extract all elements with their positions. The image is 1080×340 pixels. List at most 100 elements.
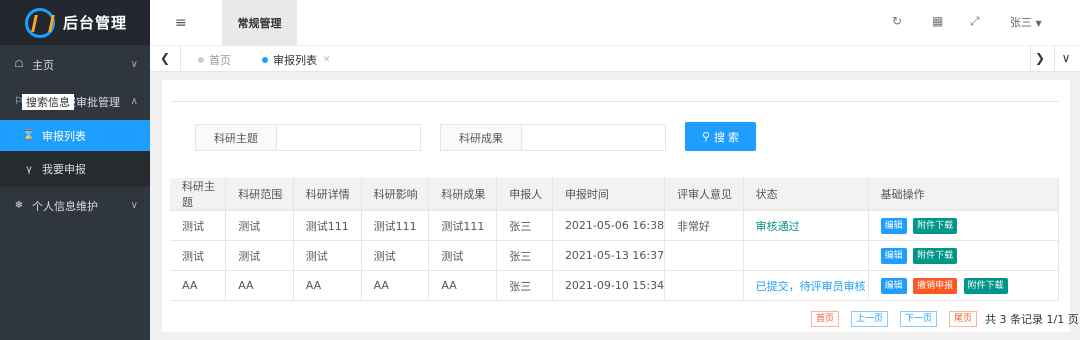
table-cell: 测试 (361, 240, 430, 271)
column-header: 状态 (743, 178, 869, 211)
chevron-down-icon: ∨ (130, 59, 138, 70)
table-cell (664, 270, 744, 301)
sidebar-item-label: 我要申报 (42, 163, 86, 176)
table-cell: 测试 (293, 240, 362, 271)
user-menu[interactable]: 张三 ▼ (1010, 14, 1042, 30)
refresh-icon[interactable]: ↻ (892, 14, 902, 28)
table-cell: 测试111 (293, 210, 362, 241)
search-button-label: 搜 索 (714, 131, 740, 144)
download-attachment-button[interactable]: 附件下载 (913, 247, 958, 264)
status-cell: 审核通过 (743, 210, 869, 241)
tab-scroll-left-icon[interactable]: ❮ (155, 51, 175, 65)
table-cell: 测试 (225, 240, 294, 271)
table-cell: 张三 (496, 240, 553, 271)
sidebar: 后台管理 ☖ 主页 ∨ ⚐ 项目申报审批管理 ∧ ⌛ 审报列表 γ 我要申报 ❄… (0, 0, 150, 340)
table-cell: AA (428, 270, 498, 301)
last-page-button[interactable]: 尾页 (949, 311, 978, 327)
table-header-row: 科研主题 科研范围 科研详情 科研影响 科研成果 申报人 申报时间 评审人意见 … (170, 178, 1060, 211)
trash-icon[interactable]: ▦ (932, 14, 943, 28)
sidebar-item-home[interactable]: ☖ 主页 ∨ (0, 46, 150, 83)
table-row: 测试 测试 测试111 测试111 测试111 张三 2021-05-06 16… (170, 210, 1060, 241)
table-cell: 张三 (496, 210, 553, 241)
table-cell: 测试111 (361, 210, 430, 241)
next-page-button[interactable]: 下一页 (900, 311, 938, 327)
topbar: ≡ 常规管理 ↻ ▦ ⤢ 张三 ▼ (150, 0, 1080, 45)
search-legend: 搜索信息 (22, 94, 74, 110)
tab-review-list[interactable]: 审报列表 ✕ (262, 46, 331, 73)
caret-down-icon: ▼ (1035, 19, 1042, 28)
pagination: 首页 上一页 下一页 尾页 共 3 条记录 1/1 页 (811, 311, 1079, 327)
download-attachment-button[interactable]: 附件下载 (963, 277, 1008, 294)
result-label: 科研成果 (440, 124, 522, 151)
table-cell: AA (225, 270, 294, 301)
table-cell: AA (293, 270, 362, 301)
sidebar-item-apply[interactable]: γ 我要申报 (0, 151, 150, 187)
table-cell: AA (170, 270, 227, 301)
column-header: 科研主题 (170, 178, 227, 211)
tab-general-management[interactable]: 常规管理 (222, 0, 297, 45)
logo-icon (25, 7, 55, 38)
actions-cell: 编辑 撤销申报 附件下载 (868, 270, 1060, 301)
prev-page-button[interactable]: 上一页 (851, 311, 889, 327)
table-cell: 2021-09-10 15:34 (552, 270, 666, 301)
table-cell: 非常好 (664, 210, 744, 241)
tab-dot (198, 56, 204, 63)
table-row: AA AA AA AA AA 张三 2021-09-10 15:34 已提交，待… (170, 270, 1060, 301)
snowflake-icon: ❄ (14, 200, 24, 211)
column-header: 科研影响 (361, 178, 430, 211)
logo: 后台管理 (0, 0, 150, 45)
column-header: 科研成果 (428, 178, 498, 211)
menu-toggle-icon[interactable]: ≡ (175, 15, 187, 31)
tab-dropdown-icon[interactable]: ∨ (1056, 51, 1076, 65)
status-cell: 已提交，待评审员审核 (743, 270, 869, 301)
edit-button[interactable]: 编辑 (880, 247, 907, 264)
divider (180, 46, 181, 73)
sidebar-submenu: ⌛ 审报列表 γ 我要申报 (0, 120, 150, 187)
download-attachment-button[interactable]: 附件下载 (913, 217, 958, 234)
search-icon: ⚲ (701, 131, 710, 143)
hourglass-icon: ⌛ (22, 130, 36, 141)
column-header: 申报人 (496, 178, 553, 211)
v-icon: γ (26, 163, 32, 175)
table-cell: 测试 (170, 210, 227, 241)
close-icon[interactable]: ✕ (323, 55, 331, 65)
revoke-application-button[interactable]: 撤销申报 (913, 277, 958, 294)
review-table: 科研主题 科研范围 科研详情 科研影响 科研成果 申报人 申报时间 评审人意见 … (170, 178, 1060, 301)
table-cell: 测试 (225, 210, 294, 241)
chevron-up-icon: ∧ (130, 96, 138, 107)
home-icon: ☖ (14, 59, 24, 70)
column-header: 申报时间 (552, 178, 666, 211)
first-page-button[interactable]: 首页 (811, 311, 840, 327)
topic-input[interactable] (277, 124, 421, 151)
topic-label: 科研主题 (195, 124, 277, 151)
table-row: 测试 测试 测试 测试 测试 张三 2021-05-13 16:37 编辑 附件… (170, 240, 1060, 271)
tab-home[interactable]: 首页 (198, 46, 231, 73)
tab-label: 首页 (209, 53, 231, 67)
table-cell: 测试 (428, 240, 498, 271)
column-header: 基础操作 (868, 178, 1060, 211)
page-info: 共 3 条记录 1/1 页 (985, 313, 1079, 326)
table-cell: 张三 (496, 270, 553, 301)
tab-scroll-right-icon[interactable]: ❯ (1030, 51, 1050, 65)
fullscreen-icon[interactable]: ⤢ (970, 14, 980, 29)
column-header: 科研详情 (293, 178, 362, 211)
search-field-topic: 科研主题 (195, 124, 421, 151)
app-title: 后台管理 (63, 14, 128, 32)
search-button[interactable]: ⚲ 搜 索 (685, 122, 756, 151)
actions-cell: 编辑 附件下载 (868, 240, 1060, 271)
sidebar-item-profile[interactable]: ❄ 个人信息维护 ∨ (0, 187, 150, 224)
tabs-bar: ❮ 首页 审报列表 ✕ ❯ ∨ (150, 45, 1080, 73)
edit-button[interactable]: 编辑 (880, 277, 907, 294)
table-cell: AA (361, 270, 430, 301)
column-header: 科研范围 (225, 178, 294, 211)
edit-button[interactable]: 编辑 (880, 217, 907, 234)
table-cell: 测试111 (428, 210, 498, 241)
result-input[interactable] (522, 124, 666, 151)
search-field-result: 科研成果 (440, 124, 666, 151)
table-cell: 2021-05-06 16:38 (552, 210, 666, 241)
table-cell: 2021-05-13 16:37 (552, 240, 666, 271)
sidebar-item-label: 个人信息维护 (32, 199, 98, 213)
divider (1054, 46, 1055, 73)
sidebar-item-review-list[interactable]: ⌛ 审报列表 (0, 120, 150, 151)
tab-label: 审报列表 (273, 53, 317, 67)
